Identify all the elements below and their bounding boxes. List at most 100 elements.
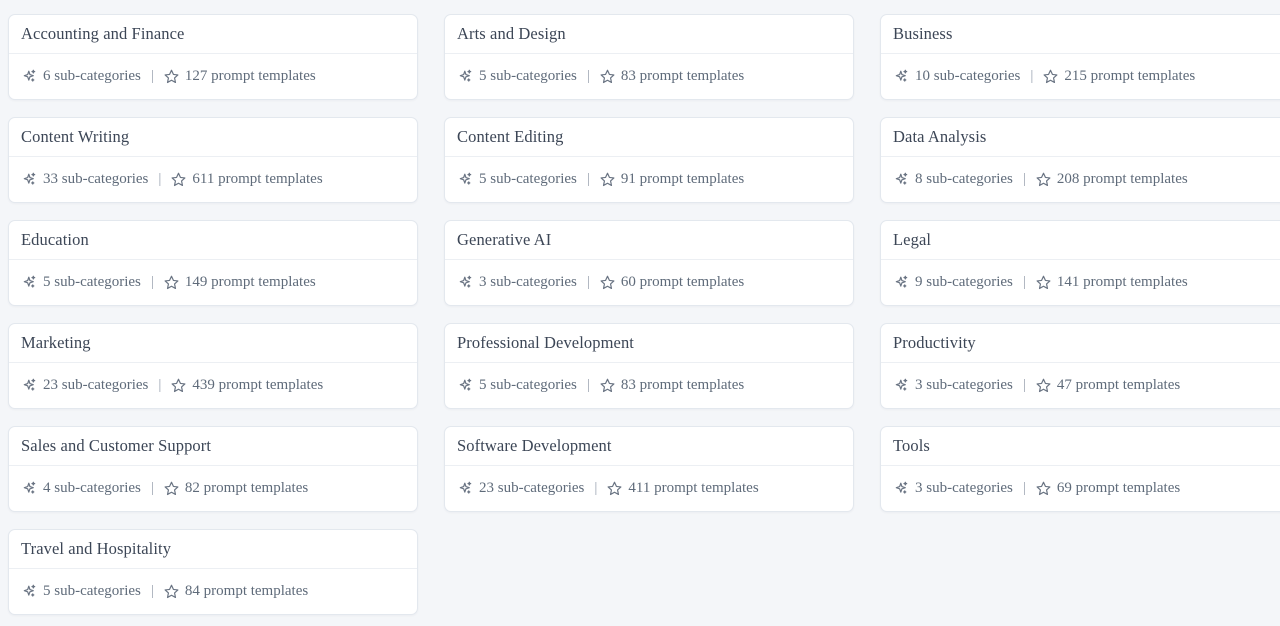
templates-count: 439 prompt templates: [192, 377, 323, 394]
sparkles-icon: [21, 68, 38, 85]
templates-stat: 149 prompt templates: [163, 274, 316, 291]
stat-separator: |: [158, 377, 161, 394]
category-card-stats: 10 sub-categories | 215 prompt templates: [881, 54, 1280, 99]
templates-stat: 439 prompt templates: [170, 377, 323, 394]
category-card-header: Accounting and Finance: [9, 15, 417, 54]
category-title: Data Analysis: [893, 127, 986, 147]
subcategories-count: 9 sub-categories: [915, 274, 1013, 291]
category-card[interactable]: Arts and Design 5 sub-categories |: [444, 14, 854, 100]
sparkles-icon: [893, 171, 910, 188]
subcategories-count: 8 sub-categories: [915, 171, 1013, 188]
category-card-header: Legal: [881, 221, 1280, 260]
category-card[interactable]: Data Analysis 8 sub-categories |: [880, 117, 1280, 203]
templates-count: 127 prompt templates: [185, 68, 316, 85]
sparkles-icon: [21, 171, 38, 188]
stat-separator: |: [1030, 68, 1033, 85]
category-card[interactable]: Generative AI 3 sub-categories |: [444, 220, 854, 306]
star-icon: [163, 480, 180, 497]
category-title: Content Editing: [457, 127, 563, 147]
templates-stat: 411 prompt templates: [606, 480, 758, 497]
subcategories-stat: 23 sub-categories: [21, 377, 148, 394]
category-card-stats: 6 sub-categories | 127 prompt templates: [9, 54, 417, 99]
templates-count: 141 prompt templates: [1057, 274, 1188, 291]
stat-separator: |: [1023, 480, 1026, 497]
category-card[interactable]: Professional Development 5 sub-categorie…: [444, 323, 854, 409]
sparkles-icon: [457, 377, 474, 394]
star-icon: [170, 171, 187, 188]
category-card-stats: 4 sub-categories | 82 prompt templates: [9, 466, 417, 511]
subcategories-count: 3 sub-categories: [915, 480, 1013, 497]
subcategories-count: 4 sub-categories: [43, 480, 141, 497]
templates-stat: 611 prompt templates: [170, 171, 322, 188]
category-card-header: Travel and Hospitality: [9, 530, 417, 569]
category-card-stats: 3 sub-categories | 69 prompt templates: [881, 466, 1280, 511]
subcategories-stat: 9 sub-categories: [893, 274, 1013, 291]
stat-separator: |: [1023, 274, 1026, 291]
category-card[interactable]: Travel and Hospitality 5 sub-categories …: [8, 529, 418, 615]
templates-stat: 69 prompt templates: [1035, 480, 1180, 497]
stat-separator: |: [587, 171, 590, 188]
subcategories-stat: 3 sub-categories: [457, 274, 577, 291]
templates-count: 411 prompt templates: [628, 480, 758, 497]
category-card[interactable]: Productivity 3 sub-categories |: [880, 323, 1280, 409]
templates-stat: 83 prompt templates: [599, 68, 744, 85]
subcategories-stat: 23 sub-categories: [457, 480, 584, 497]
templates-count: 83 prompt templates: [621, 68, 744, 85]
subcategories-count: 5 sub-categories: [479, 377, 577, 394]
stat-separator: |: [151, 480, 154, 497]
subcategories-stat: 5 sub-categories: [21, 274, 141, 291]
star-icon: [599, 68, 616, 85]
category-title: Arts and Design: [457, 24, 566, 44]
stat-separator: |: [158, 171, 161, 188]
category-card-header: Productivity: [881, 324, 1280, 363]
sparkles-icon: [893, 480, 910, 497]
category-card[interactable]: Content Writing 33 sub-categories |: [8, 117, 418, 203]
star-icon: [163, 68, 180, 85]
category-card-header: Business: [881, 15, 1280, 54]
category-card-stats: 5 sub-categories | 83 prompt templates: [445, 54, 853, 99]
category-title: Education: [21, 230, 89, 250]
category-grid: Accounting and Finance 6 sub-categories …: [0, 0, 1280, 615]
category-card-header: Tools: [881, 427, 1280, 466]
subcategories-count: 5 sub-categories: [479, 68, 577, 85]
templates-stat: 141 prompt templates: [1035, 274, 1188, 291]
category-card[interactable]: Software Development 23 sub-categories |: [444, 426, 854, 512]
category-card-stats: 3 sub-categories | 47 prompt templates: [881, 363, 1280, 408]
templates-stat: 60 prompt templates: [599, 274, 744, 291]
category-card[interactable]: Legal 9 sub-categories |: [880, 220, 1280, 306]
category-card[interactable]: Content Editing 5 sub-categories |: [444, 117, 854, 203]
category-card-stats: 33 sub-categories | 611 prompt templates: [9, 157, 417, 202]
category-card[interactable]: Marketing 23 sub-categories |: [8, 323, 418, 409]
category-title: Legal: [893, 230, 931, 250]
star-icon: [606, 480, 623, 497]
sparkles-icon: [21, 274, 38, 291]
stat-separator: |: [151, 583, 154, 600]
category-card[interactable]: Education 5 sub-categories |: [8, 220, 418, 306]
templates-count: 82 prompt templates: [185, 480, 308, 497]
stat-separator: |: [594, 480, 597, 497]
category-card[interactable]: Accounting and Finance 6 sub-categories …: [8, 14, 418, 100]
star-icon: [1035, 480, 1052, 497]
subcategories-count: 3 sub-categories: [915, 377, 1013, 394]
templates-count: 69 prompt templates: [1057, 480, 1180, 497]
category-card[interactable]: Tools 3 sub-categories |: [880, 426, 1280, 512]
category-card-stats: 8 sub-categories | 208 prompt templates: [881, 157, 1280, 202]
category-card-stats: 9 sub-categories | 141 prompt templates: [881, 260, 1280, 305]
subcategories-stat: 5 sub-categories: [457, 171, 577, 188]
subcategories-count: 10 sub-categories: [915, 68, 1020, 85]
category-card-stats: 5 sub-categories | 83 prompt templates: [445, 363, 853, 408]
category-title: Tools: [893, 436, 930, 456]
sparkles-icon: [21, 583, 38, 600]
templates-stat: 82 prompt templates: [163, 480, 308, 497]
star-icon: [163, 583, 180, 600]
templates-count: 60 prompt templates: [621, 274, 744, 291]
category-card[interactable]: Sales and Customer Support 4 sub-categor…: [8, 426, 418, 512]
category-title: Productivity: [893, 333, 976, 353]
category-card-header: Sales and Customer Support: [9, 427, 417, 466]
templates-stat: 127 prompt templates: [163, 68, 316, 85]
stat-separator: |: [151, 274, 154, 291]
category-card[interactable]: Business 10 sub-categories |: [880, 14, 1280, 100]
category-card-header: Generative AI: [445, 221, 853, 260]
subcategories-count: 6 sub-categories: [43, 68, 141, 85]
stat-separator: |: [1023, 377, 1026, 394]
